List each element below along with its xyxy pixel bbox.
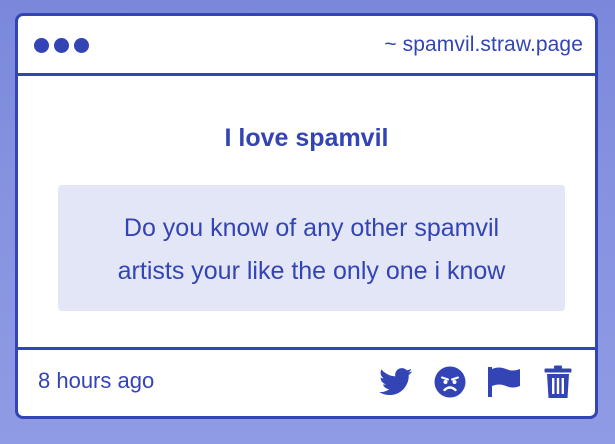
window-titlebar: ~ spamvil.straw.page	[18, 16, 595, 76]
trash-icon	[544, 365, 572, 398]
angry-face-icon	[434, 366, 466, 398]
window-dots	[34, 38, 89, 53]
post-content: I love spamvil Do you know of any other …	[18, 76, 595, 351]
message-box: Do you know of any other spamvil artists…	[58, 185, 565, 311]
post-card: ~ spamvil.straw.page I love spamvil Do y…	[15, 13, 598, 419]
twitter-icon	[379, 368, 413, 396]
post-title: I love spamvil	[224, 124, 389, 152]
post-timestamp: 8 hours ago	[38, 368, 155, 393]
message-line: artists your like the only one i know	[117, 257, 506, 285]
page-url[interactable]: ~ spamvil.straw.page	[384, 33, 583, 57]
post-actions	[379, 365, 575, 399]
flag-icon	[488, 367, 520, 397]
post-footer: 8 hours ago	[18, 347, 595, 416]
report-flag-button[interactable]	[487, 365, 521, 399]
window-dot	[54, 38, 69, 53]
window-dot	[74, 38, 89, 53]
share-twitter-button[interactable]	[379, 365, 413, 399]
delete-button[interactable]	[541, 365, 575, 399]
window-dot	[34, 38, 49, 53]
message-line: Do you know of any other spamvil	[123, 214, 500, 242]
react-angry-button[interactable]	[433, 365, 467, 399]
